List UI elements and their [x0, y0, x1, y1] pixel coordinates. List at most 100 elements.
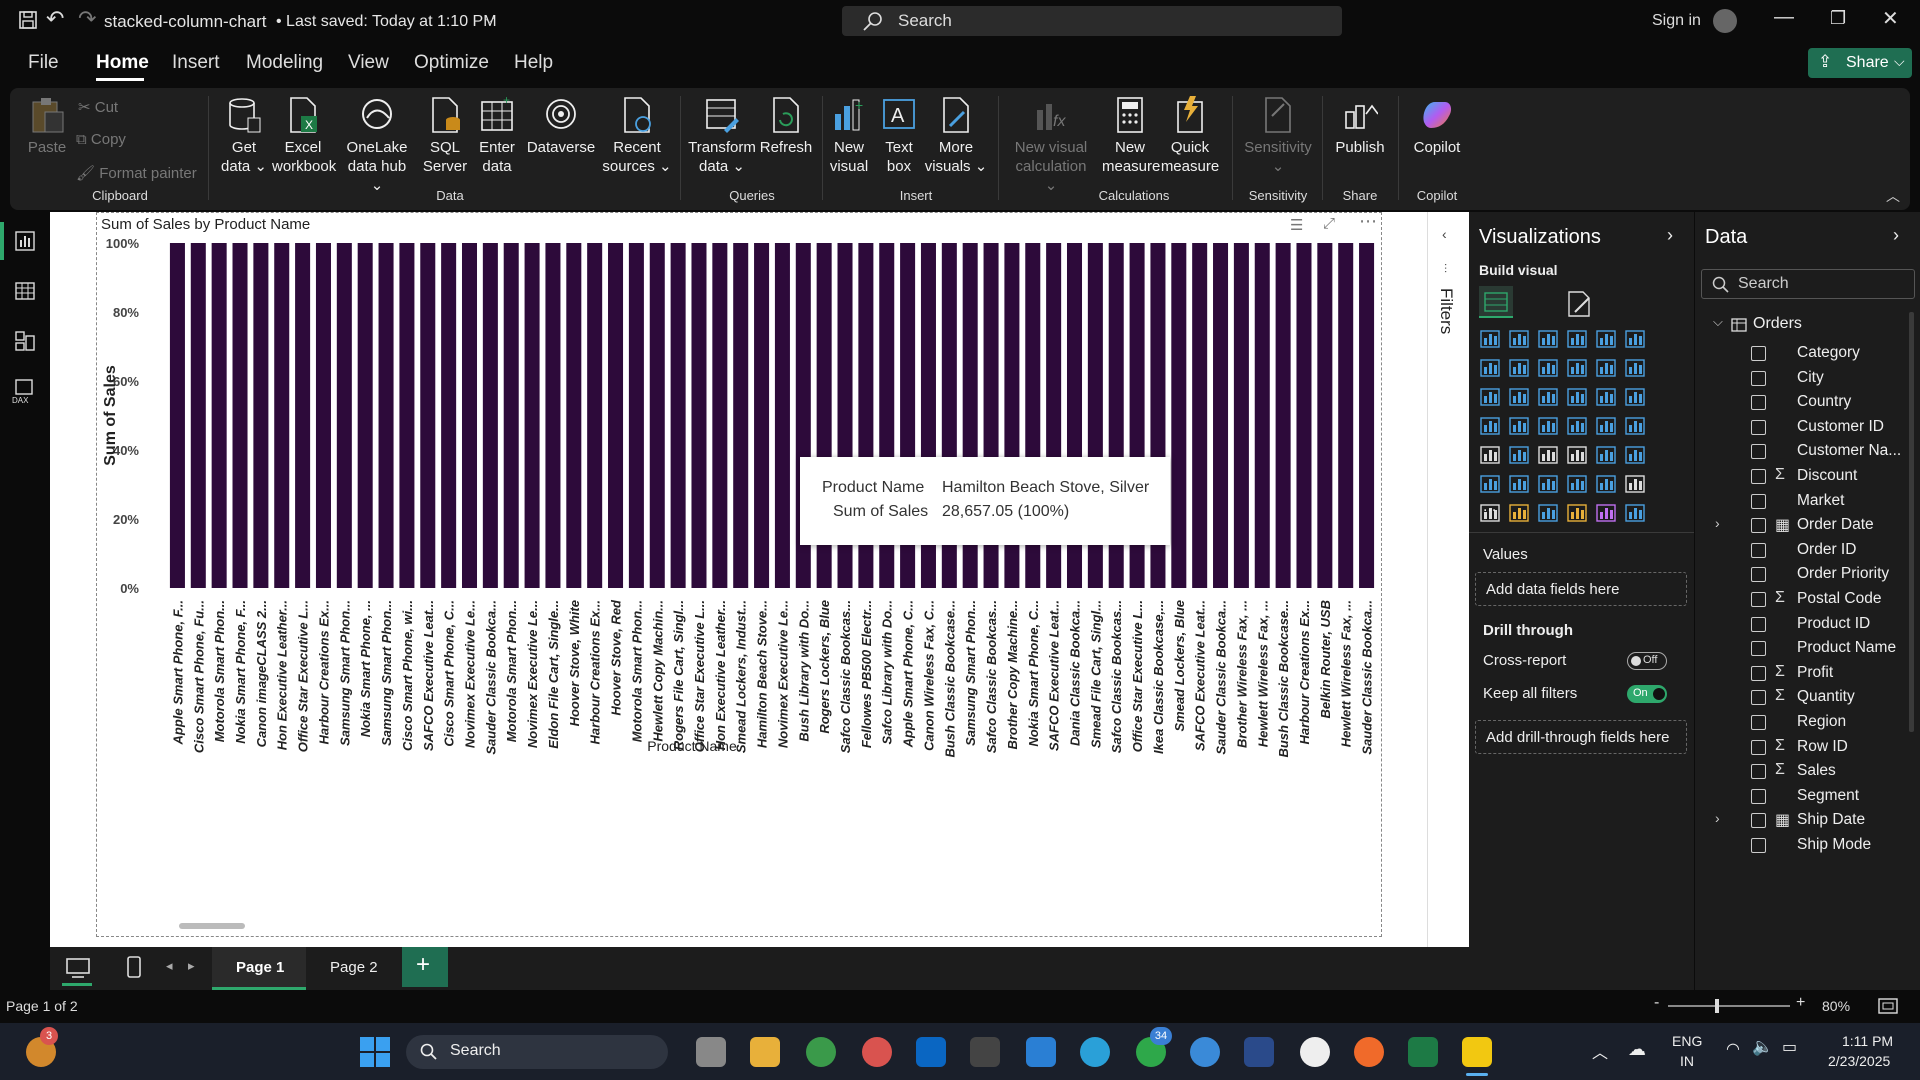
enter-data-button[interactable]: + Enter data — [474, 96, 520, 176]
clustered-column-chart-icon[interactable] — [1566, 328, 1590, 352]
battery-icon[interactable]: ▭ — [1782, 1037, 1797, 1057]
bar[interactable] — [1254, 243, 1270, 588]
redo-icon[interactable]: ↷ — [78, 6, 96, 32]
field-checkbox[interactable] — [1751, 739, 1766, 755]
table-icon[interactable] — [1566, 444, 1590, 468]
filled-map-icon[interactable] — [1537, 415, 1561, 439]
more-visuals-button[interactable]: More visuals ⌄ — [924, 96, 988, 176]
chevron-right-icon[interactable]: › — [1715, 810, 1720, 826]
help-icon[interactable] — [1190, 1037, 1220, 1067]
bar[interactable] — [1275, 243, 1291, 588]
recent-sources-button[interactable]: Recent sources ⌄ — [602, 96, 672, 176]
gauge-icon[interactable] — [1595, 415, 1619, 439]
report-view-icon[interactable] — [14, 230, 36, 252]
network-icon[interactable]: ☁ — [1628, 1039, 1646, 1060]
field-checkbox[interactable] — [1751, 469, 1766, 484]
field-checkbox[interactable] — [1751, 813, 1766, 829]
chrome-profile-icon[interactable] — [862, 1037, 892, 1067]
field-checkbox[interactable] — [1751, 493, 1766, 509]
filters-pane-collapsed[interactable]: ‹ ⫶ Filters — [1427, 212, 1469, 947]
kpi-icon[interactable] — [1508, 444, 1532, 468]
values-drop-zone[interactable]: Add data fields here — [1475, 572, 1687, 606]
bar[interactable] — [1233, 243, 1249, 588]
chrome-icon[interactable] — [806, 1037, 836, 1067]
bar[interactable] — [315, 243, 331, 588]
bar[interactable] — [169, 243, 185, 588]
field-checkbox[interactable] — [1751, 370, 1766, 386]
bar[interactable] — [441, 243, 457, 588]
field-checkbox[interactable] — [1751, 616, 1766, 632]
taskbar-search[interactable]: Search — [406, 1035, 668, 1069]
horizontal-scrollbar[interactable] — [179, 923, 245, 929]
field-checkbox[interactable] — [1751, 444, 1766, 460]
power-automate-icon[interactable] — [1537, 502, 1561, 526]
bar[interactable] — [608, 243, 624, 588]
bar[interactable] — [628, 243, 644, 588]
format-painter-button[interactable]: 🖌 Format painter — [76, 164, 197, 182]
table-view-icon[interactable] — [14, 280, 36, 302]
zoom-slider-thumb[interactable] — [1714, 999, 1719, 1013]
menu-optimize[interactable]: Optimize — [414, 52, 489, 74]
smart-narrative-icon[interactable] — [1595, 473, 1619, 497]
power-apps-icon[interactable] — [1508, 502, 1532, 526]
cut-button[interactable]: ✂ Cut — [78, 98, 118, 116]
prev-page-icon[interactable]: ◂ — [166, 958, 173, 974]
field-checkbox[interactable] — [1751, 764, 1766, 780]
metrics-icon[interactable] — [1624, 473, 1648, 497]
keep-filters-toggle[interactable]: On — [1627, 685, 1667, 703]
bar[interactable] — [211, 243, 227, 588]
copy-button[interactable]: ⧉ Copy — [76, 131, 126, 148]
restore-icon[interactable]: ❐ — [1830, 8, 1846, 29]
stacked-column-visual[interactable]: Sum of Sales by Product Name ☰ ⤢ ⋯ 100% 8… — [96, 211, 1382, 937]
publish-button[interactable]: Publish — [1332, 96, 1388, 157]
sensitivity-button[interactable]: Sensitivity ⌄ — [1242, 96, 1314, 176]
zoom-in-icon[interactable]: + — [1796, 994, 1805, 1012]
scatter-chart-icon[interactable] — [1566, 386, 1590, 410]
chevron-down-icon[interactable]: ⌵ — [484, 10, 495, 27]
bar[interactable] — [295, 243, 311, 588]
funnel-chart-icon[interactable] — [1537, 386, 1561, 410]
vscode-icon[interactable] — [1026, 1037, 1056, 1067]
bar[interactable] — [670, 243, 686, 588]
bar[interactable] — [1192, 243, 1208, 588]
field-checkbox[interactable] — [1751, 641, 1766, 657]
sql-server-button[interactable]: SQL Server — [422, 96, 468, 176]
bar[interactable] — [503, 243, 519, 588]
bar[interactable] — [754, 243, 770, 588]
start-icon[interactable] — [360, 1037, 390, 1067]
map-icon[interactable] — [1508, 415, 1532, 439]
onelake-button[interactable]: OneLake data hub ⌄ — [342, 96, 412, 195]
bar[interactable] — [357, 243, 373, 588]
language-top[interactable]: ENG — [1672, 1033, 1702, 1049]
postman-icon[interactable] — [1354, 1037, 1384, 1067]
bar[interactable] — [232, 243, 248, 588]
stacked-column-chart-icon[interactable] — [1508, 328, 1532, 352]
python-visual-icon[interactable] — [1479, 473, 1503, 497]
volume-icon[interactable]: 🔈 — [1752, 1037, 1773, 1057]
menu-insert[interactable]: Insert — [172, 52, 220, 74]
tray-chevron-icon[interactable]: ︿ — [1592, 1039, 1608, 1063]
table-orders[interactable]: ⌵ Orders — [1695, 314, 1905, 340]
clock-date[interactable]: 2/23/2025 — [1828, 1053, 1890, 1069]
bar[interactable] — [253, 243, 269, 588]
100-stacked-area-chart-icon[interactable] — [1566, 357, 1590, 381]
field-checkbox[interactable] — [1751, 567, 1766, 583]
bar[interactable] — [691, 243, 707, 588]
bar[interactable] — [1296, 243, 1312, 588]
menu-help[interactable]: Help — [514, 52, 553, 74]
bar[interactable] — [420, 243, 436, 588]
donut-chart-icon[interactable] — [1624, 386, 1648, 410]
multi-row-card-icon[interactable] — [1479, 444, 1503, 468]
bar[interactable] — [274, 243, 290, 588]
power-bi-visual-icon[interactable] — [1595, 502, 1619, 526]
terminal-icon[interactable] — [970, 1037, 1000, 1067]
treemap-icon[interactable] — [1479, 415, 1503, 439]
vertical-scrollbar[interactable] — [1909, 312, 1914, 732]
expand-left-icon[interactable]: ‹ — [1442, 226, 1447, 242]
linkedin-icon[interactable] — [916, 1037, 946, 1067]
azure-maps-visual-icon[interactable] — [1624, 502, 1648, 526]
bar[interactable] — [482, 243, 498, 588]
bar[interactable] — [712, 243, 728, 588]
desktop-layout-icon[interactable] — [66, 957, 90, 979]
paste-button[interactable]: Paste — [24, 96, 70, 157]
